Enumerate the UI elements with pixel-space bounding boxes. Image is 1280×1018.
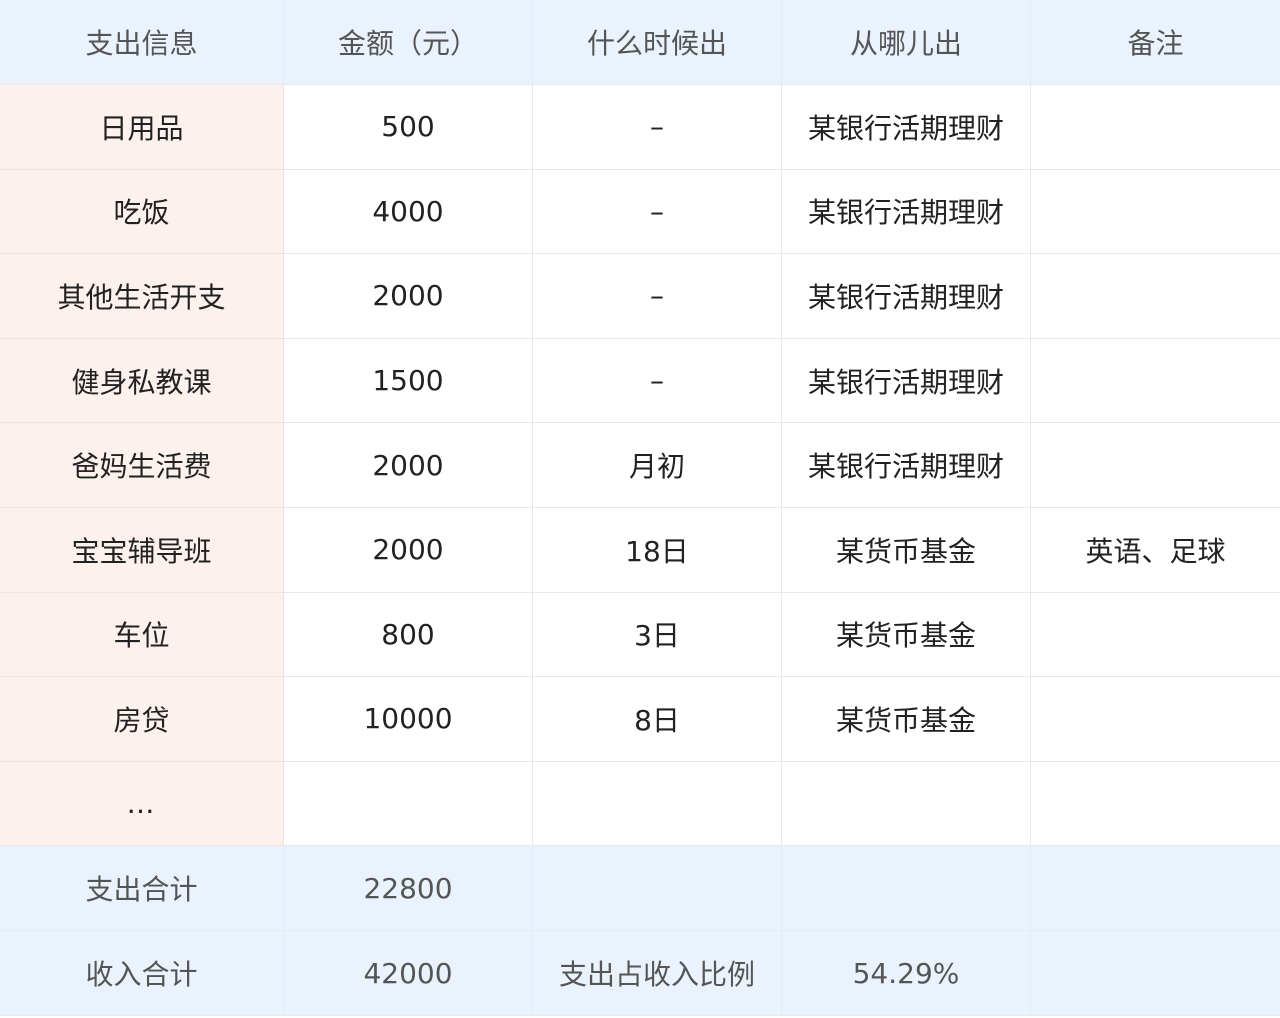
footer-cell: 54.29% — [782, 931, 1031, 1017]
table-cell — [1031, 423, 1280, 508]
footer-cell: 支出合计 — [0, 846, 284, 932]
table-cell — [782, 761, 1031, 847]
table-cell — [284, 761, 533, 847]
table-cell — [1031, 762, 1280, 847]
header-cell-source: 从哪儿出 — [782, 0, 1031, 85]
header-cell-when: 什么时候出 — [533, 0, 782, 85]
table-cell: 吃饭 — [0, 169, 284, 255]
table-cell: – — [533, 169, 782, 255]
footer-cell: 支出占收入比例 — [533, 931, 782, 1017]
table-cell: 某银行活期理财 — [782, 254, 1031, 339]
table-cell: 日用品 — [0, 85, 284, 170]
table-cell: 2000 — [284, 423, 533, 508]
table-cell — [1031, 85, 1280, 170]
table-cell: 18日 — [533, 507, 782, 593]
table-cell: – — [533, 85, 782, 170]
table-cell: 10000 — [284, 677, 533, 762]
table-cell — [1031, 254, 1280, 339]
table-cell: 4000 — [284, 169, 533, 255]
footer-cell — [1031, 931, 1280, 1017]
table-cell: 2000 — [284, 507, 533, 593]
footer-cell: 42000 — [284, 931, 533, 1017]
header-cell-amount: 金额（元） — [284, 0, 533, 85]
table-cell: 月初 — [533, 423, 782, 508]
table-cell: 房贷 — [0, 677, 284, 762]
table-cell: 英语、足球 — [1031, 508, 1280, 593]
table-cell: 某货币基金 — [782, 592, 1031, 678]
table-cell: 某货币基金 — [782, 677, 1031, 762]
table-cell: 1500 — [284, 338, 533, 424]
footer-cell — [782, 846, 1031, 932]
table-cell: 某货币基金 — [782, 507, 1031, 593]
footer-cell: 22800 — [284, 846, 533, 932]
table-cell — [533, 761, 782, 847]
table-cell: 爸妈生活费 — [0, 423, 284, 508]
header-cell-item: 支出信息 — [0, 0, 284, 85]
table-cell — [1031, 677, 1280, 762]
table-cell: 3日 — [533, 592, 782, 678]
table-cell: 500 — [284, 85, 533, 170]
footer-cell — [533, 846, 782, 932]
table-cell — [1031, 593, 1280, 678]
table-cell — [1031, 170, 1280, 255]
table-cell: 健身私教课 — [0, 338, 284, 424]
table-cell: 800 — [284, 592, 533, 678]
table-cell: 某银行活期理财 — [782, 423, 1031, 508]
table-cell: 其他生活开支 — [0, 254, 284, 339]
footer-cell — [1031, 846, 1280, 932]
expense-table: 支出信息 金额（元） 什么时候出 从哪儿出 备注 日用品 500 – 某银行活期… — [0, 0, 1280, 1018]
table-cell: 某银行活期理财 — [782, 169, 1031, 255]
table-cell: – — [533, 338, 782, 424]
table-cell: – — [533, 254, 782, 339]
table-cell: 车位 — [0, 592, 284, 678]
table-cell: … — [0, 761, 284, 847]
table-cell: 某银行活期理财 — [782, 85, 1031, 170]
table-cell: 某银行活期理财 — [782, 338, 1031, 424]
table-cell — [1031, 339, 1280, 424]
header-cell-note: 备注 — [1031, 0, 1280, 85]
footer-cell: 收入合计 — [0, 931, 284, 1017]
table-cell: 8日 — [533, 677, 782, 762]
table-cell: 宝宝辅导班 — [0, 507, 284, 593]
table-cell: 2000 — [284, 254, 533, 339]
